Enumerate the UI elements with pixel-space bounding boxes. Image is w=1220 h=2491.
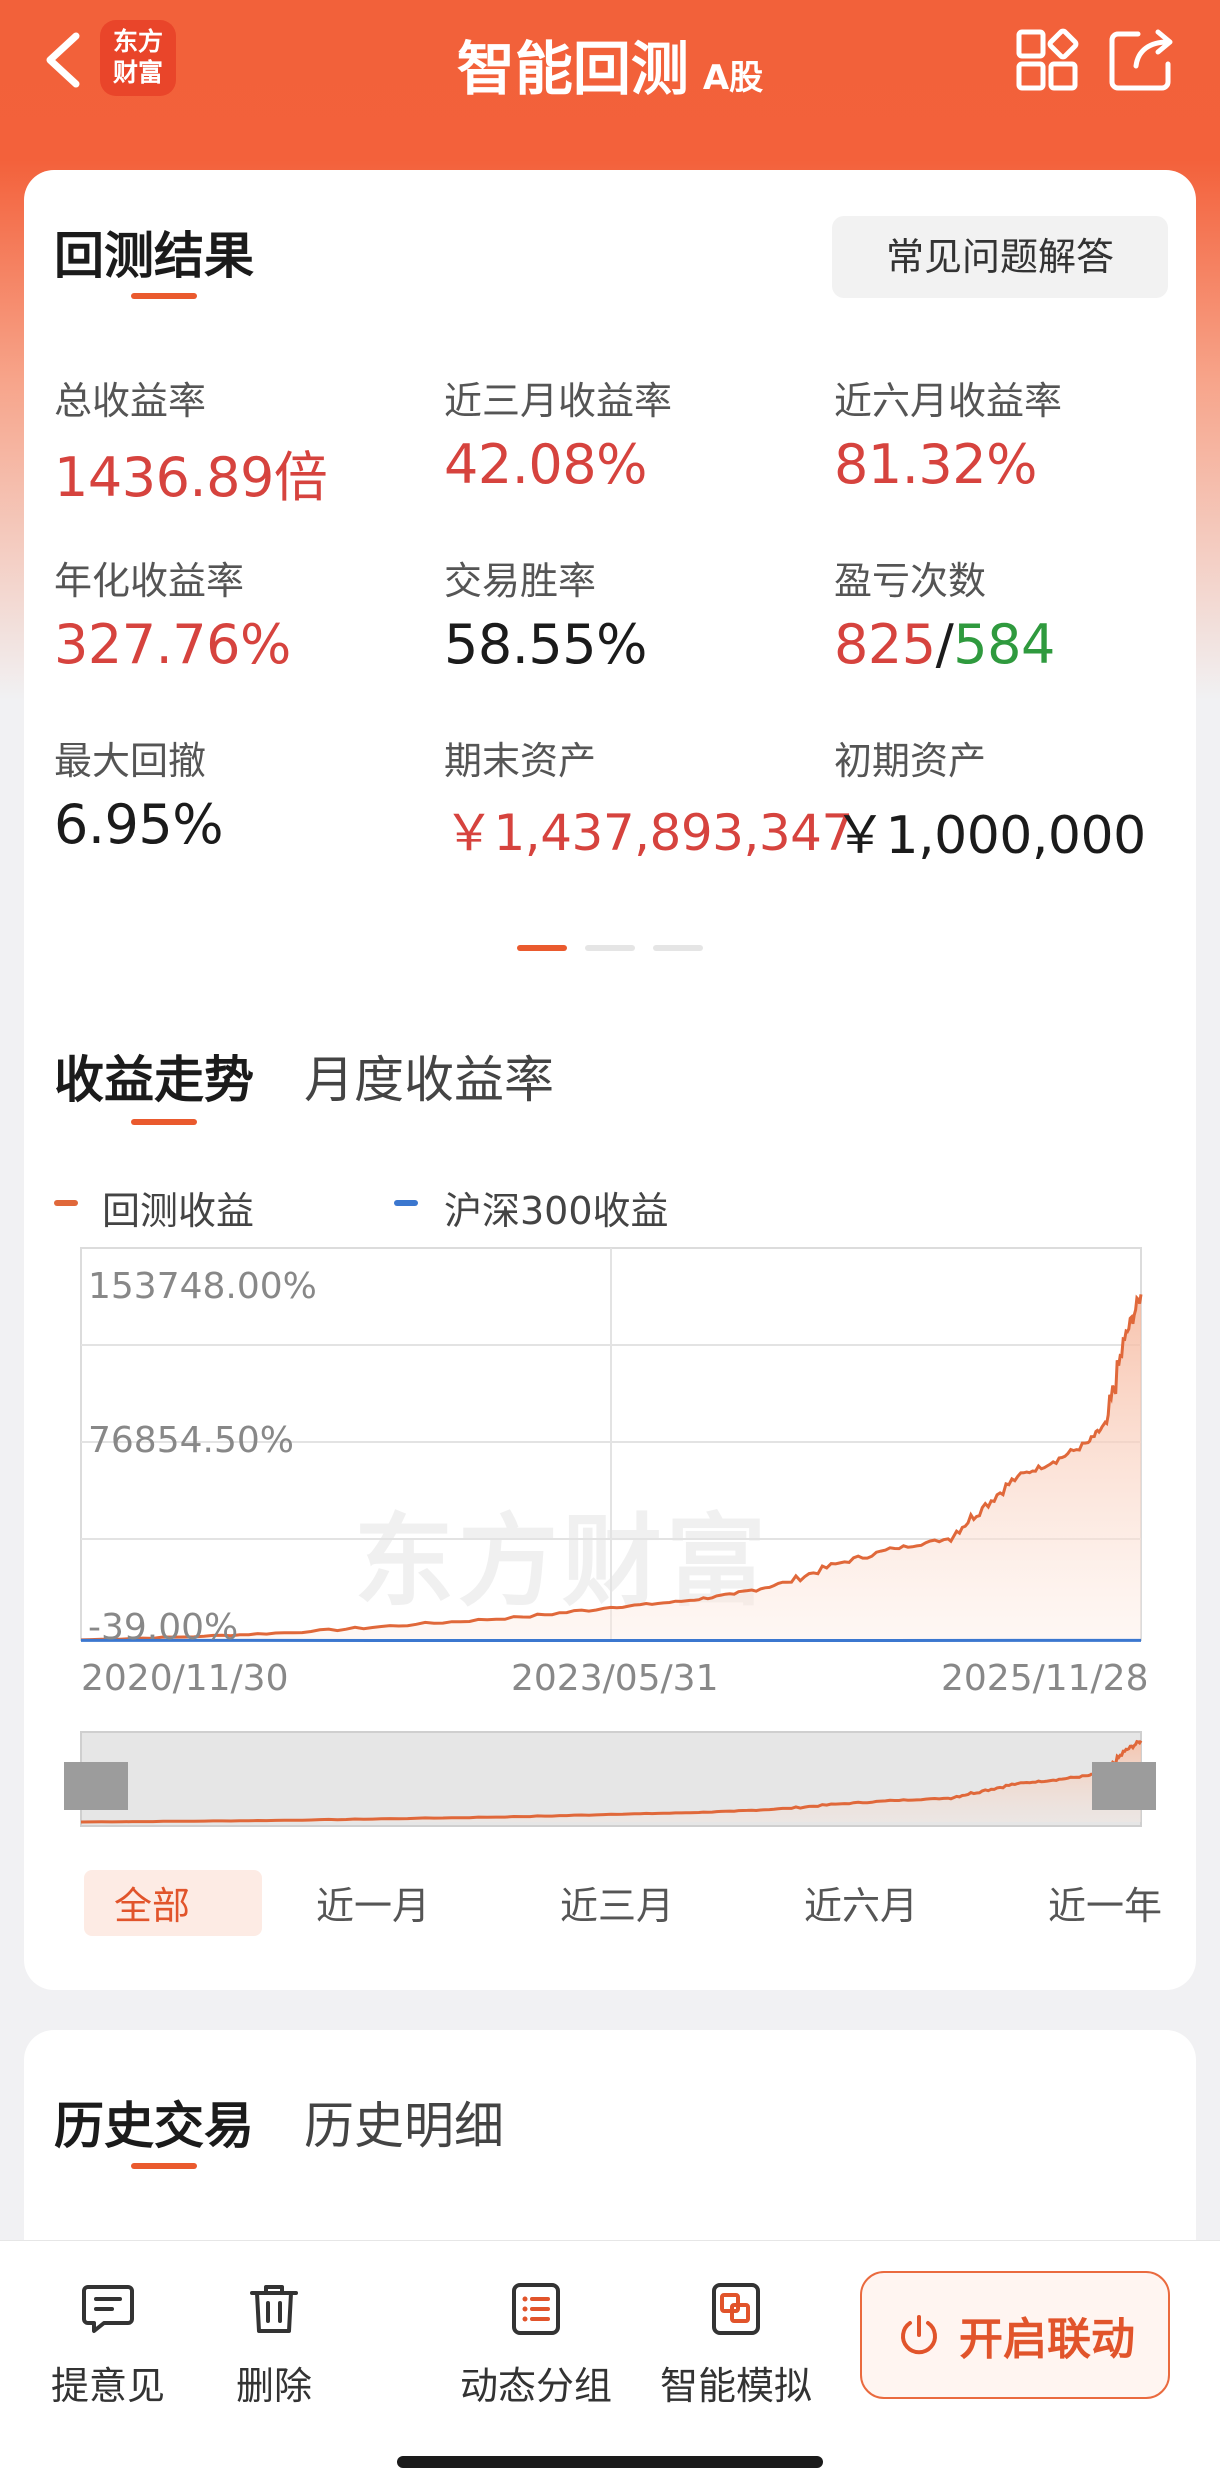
range-3month[interactable]: 近三月 bbox=[560, 1875, 674, 1930]
smart-simulate-button[interactable]: 智能模拟 bbox=[656, 2281, 816, 2410]
y-tick-label: 153748.00% bbox=[88, 1266, 317, 1307]
list-icon bbox=[512, 2283, 560, 2335]
tab-active-underline bbox=[131, 2163, 197, 2169]
power-icon bbox=[901, 2315, 937, 2355]
smart-simulate-label: 智能模拟 bbox=[659, 2364, 812, 2408]
results-card: 回测结果 常见问题解答 总收益率 1436.89倍 近三月收益率 42.08% … bbox=[24, 170, 1196, 1990]
enable-link-button[interactable]: 开启联动 bbox=[860, 2271, 1170, 2399]
simulate-icon bbox=[712, 2283, 760, 2335]
market-tag: A股 bbox=[702, 58, 764, 98]
x-tick-label: 2023/05/31 bbox=[511, 1658, 719, 1699]
trash-icon bbox=[250, 2285, 298, 2333]
delete-button[interactable]: 删除 bbox=[194, 2281, 354, 2410]
navigator-handle-left[interactable] bbox=[64, 1762, 128, 1810]
grid-menu-icon[interactable] bbox=[1015, 28, 1079, 92]
page-title-text: 智能回测 bbox=[456, 35, 689, 103]
feedback-label: 提意见 bbox=[50, 2364, 165, 2408]
bottom-action-bar: 提意见 删除 动态分组 智能模拟 开启联动 bbox=[0, 2240, 1220, 2491]
y-tick-label: 76854.50% bbox=[88, 1420, 294, 1461]
tab-history-detail[interactable]: 历史明细 bbox=[304, 2086, 504, 2158]
feedback-button[interactable]: 提意见 bbox=[28, 2281, 188, 2410]
top-nav-bar: 东方 财富 智能回测 A股 bbox=[0, 0, 1220, 130]
range-all[interactable]: 全部 bbox=[114, 1875, 190, 1930]
navigator-handle-right[interactable] bbox=[1092, 1762, 1156, 1810]
feedback-icon bbox=[82, 2285, 134, 2333]
delete-label: 删除 bbox=[235, 2364, 312, 2408]
enable-link-label: 开启联动 bbox=[959, 2314, 1135, 2365]
range-1year[interactable]: 近一年 bbox=[1048, 1875, 1162, 1930]
home-indicator bbox=[397, 2456, 823, 2468]
x-tick-label: 2025/11/28 bbox=[941, 1658, 1149, 1699]
return-chart[interactable] bbox=[24, 170, 1196, 1970]
tab-history-trades[interactable]: 历史交易 bbox=[54, 2086, 254, 2158]
x-tick-label: 2020/11/30 bbox=[81, 1658, 289, 1699]
share-icon[interactable] bbox=[1108, 26, 1176, 92]
dynamic-group-label: 动态分组 bbox=[459, 2364, 612, 2408]
range-1month[interactable]: 近一月 bbox=[316, 1875, 430, 1930]
y-tick-label: -39.00% bbox=[88, 1607, 239, 1648]
dynamic-group-button[interactable]: 动态分组 bbox=[456, 2281, 616, 2410]
range-6month[interactable]: 近六月 bbox=[804, 1875, 918, 1930]
